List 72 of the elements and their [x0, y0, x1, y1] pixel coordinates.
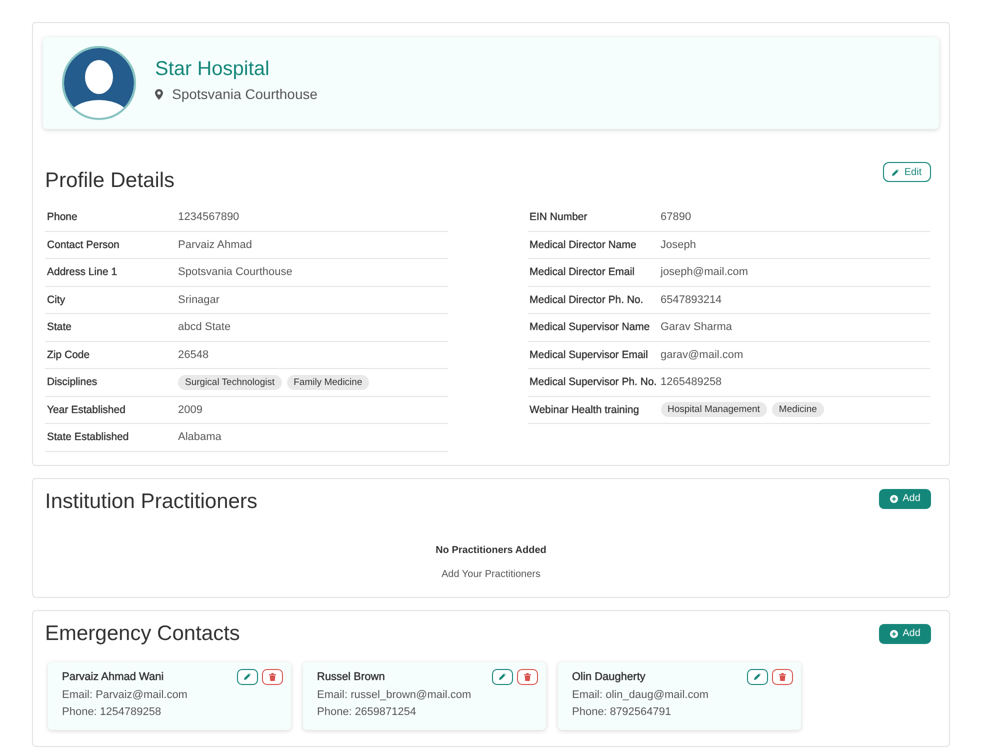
empty-state-hint: Add Your Practitioners: [442, 568, 540, 582]
contact-email: Email: Parvaiz@mail.com: [62, 688, 188, 702]
tag: Hospital Management: [660, 402, 767, 418]
trash-icon: [779, 672, 786, 680]
contact-name: Olin Daugherty: [572, 670, 646, 682]
pencil-icon: [892, 168, 900, 176]
plus-circle-icon: [890, 494, 898, 502]
contact-name: Russel Brown: [317, 670, 385, 682]
field-value: 1234567890: [178, 211, 240, 224]
hospital-location: Spotsvania Courthouse: [172, 85, 318, 103]
section-title: Institution Practitioners: [45, 488, 258, 514]
delete-button[interactable]: [517, 668, 538, 684]
tag: Family Medicine: [286, 374, 370, 390]
contact-phone: Phone: 2659871254: [317, 704, 418, 720]
empty-state-title: No Practitioners Added: [436, 544, 546, 558]
field-label: Medical Supervisor Name: [528, 321, 651, 334]
contact-name: Parvaiz Ahmad Wani: [62, 670, 164, 682]
field-label: Disciplines: [46, 376, 98, 388]
field-value: Parvaiz Ahmad: [178, 238, 252, 251]
field-value: 2009: [178, 404, 202, 416]
field-label: State Established: [46, 431, 130, 444]
field-value: joseph@mail.com: [660, 266, 748, 278]
field-label: Zip Code: [46, 348, 91, 361]
field-label: Medical Supervisor Email: [528, 348, 649, 361]
tag: Medicine: [772, 402, 824, 418]
field-value: 1265489258: [660, 376, 722, 388]
delete-button[interactable]: [772, 668, 793, 684]
field-label: State: [46, 321, 73, 334]
field-value: 6547893214: [660, 294, 722, 306]
field-value: Garav Sharma: [660, 321, 732, 334]
add-button[interactable]: Add: [879, 488, 931, 508]
delete-button[interactable]: [262, 668, 283, 684]
plus-circle-icon: [890, 630, 898, 638]
field-label: Year Established: [46, 404, 126, 416]
trash-icon: [524, 672, 531, 680]
field-label: City: [46, 294, 66, 306]
field-value: 26548: [178, 348, 209, 361]
section-title: Profile Details: [45, 168, 175, 194]
field-label: Address Line 1: [46, 266, 118, 278]
field-value: abcd State: [178, 321, 231, 334]
field-value: Alabama: [178, 431, 222, 444]
trash-icon: [269, 672, 276, 680]
field-label: Contact Person: [46, 238, 120, 251]
field-label: Medical Director Email: [528, 266, 636, 278]
edit-button[interactable]: [237, 668, 258, 684]
contact-email: Email: russel_brown@mail.com: [317, 688, 472, 702]
avatar-icon: [62, 46, 136, 120]
pencil-icon: [499, 673, 506, 680]
tag: Surgical Technologist: [178, 374, 282, 390]
edit-button[interactable]: [747, 668, 768, 684]
field-value: Spotsvania Courthouse: [178, 266, 292, 278]
field-label: Medical Director Ph. No.: [528, 294, 644, 306]
field-label: EIN Number: [528, 211, 588, 224]
field-label: Medical Supervisor Ph. No.: [528, 376, 658, 388]
field-value: garav@mail.com: [660, 348, 744, 361]
contact-email: Email: olin_daug@mail.com: [572, 688, 710, 702]
hospital-name: Star Hospital: [155, 57, 270, 81]
field-value: Srinagar: [178, 294, 220, 306]
edit-button[interactable]: Edit: [883, 162, 931, 182]
field-value: Joseph: [660, 238, 696, 251]
map-pin-icon: [155, 88, 163, 100]
field-value: 67890: [660, 211, 692, 224]
edit-button[interactable]: [492, 668, 513, 684]
field-label: Webinar Health training: [528, 404, 640, 416]
add-button[interactable]: Add: [879, 624, 931, 644]
field-label: Phone: [46, 211, 78, 224]
pencil-icon: [754, 673, 761, 680]
pencil-icon: [244, 673, 251, 680]
contact-phone: Phone: 8792564791: [572, 704, 672, 720]
field-label: Medical Director Name: [528, 238, 638, 251]
section-title: Emergency Contacts: [45, 620, 240, 646]
contact-phone: Phone: 1254789258: [62, 704, 162, 720]
